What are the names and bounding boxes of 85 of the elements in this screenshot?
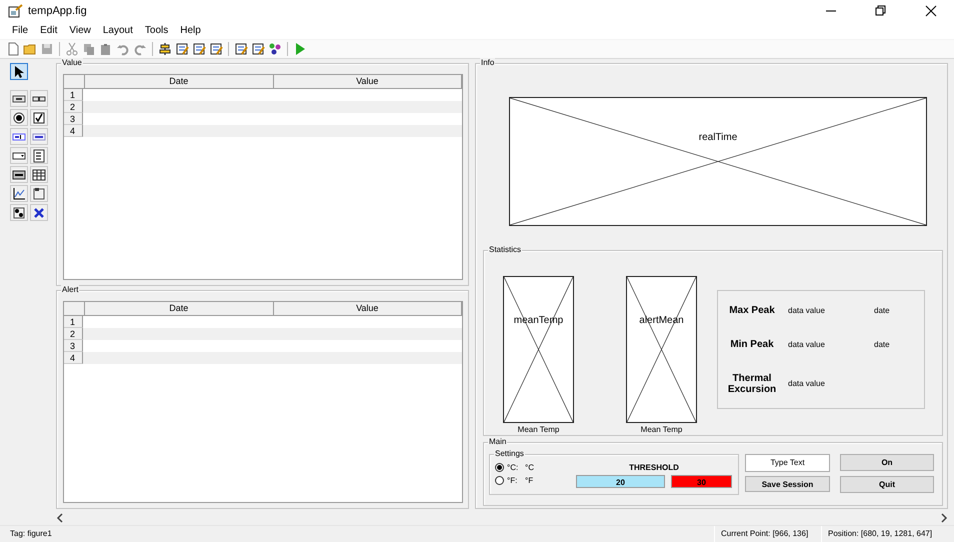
- threshold-field[interactable]: 20: [576, 475, 665, 488]
- palette-tool[interactable]: [10, 63, 28, 80]
- activex-icon: [32, 206, 46, 220]
- column-header[interactable]: Value: [274, 75, 462, 88]
- unit-label: °F: [525, 476, 534, 485]
- row-header[interactable]: 3: [64, 340, 83, 352]
- menu-item[interactable]: View: [69, 25, 91, 36]
- unit-label: °C: [525, 463, 534, 472]
- stat-label: Thermal Excursion: [726, 372, 778, 394]
- palette-tool[interactable]: [30, 128, 48, 145]
- radio-button[interactable]: °F:: [495, 476, 525, 485]
- window-title: tempApp.fig: [28, 5, 87, 17]
- menu-item[interactable]: Layout: [102, 25, 133, 36]
- panel-title: Alert: [61, 285, 80, 295]
- threshold-label: THRESHOLD: [629, 463, 679, 472]
- new-file-icon[interactable]: [6, 42, 20, 56]
- threshold-field[interactable]: 30: [671, 475, 732, 488]
- palette-tool[interactable]: [10, 128, 28, 145]
- row-header[interactable]: 1: [64, 316, 83, 328]
- menu-item[interactable]: File: [12, 25, 28, 36]
- panel-title: Statistics: [488, 245, 522, 255]
- redo-icon[interactable]: [133, 42, 147, 56]
- panel-icon: [32, 186, 46, 200]
- status-text: Tag: figure1: [9, 528, 53, 540]
- align-icon[interactable]: [158, 42, 172, 56]
- table-icon: [32, 168, 46, 182]
- row-header[interactable]: 4: [64, 352, 83, 364]
- palette-tool[interactable]: [10, 204, 28, 221]
- axes-icon: [12, 186, 26, 200]
- on-button[interactable]: On: [840, 454, 934, 471]
- status-text: Position: [680, 19, 1281, 647]: [821, 526, 954, 542]
- row-header[interactable]: 2: [64, 101, 83, 113]
- palette-tool[interactable]: [30, 147, 48, 164]
- status-text: Current Point: [966, 136]: [714, 526, 821, 542]
- run-icon[interactable]: [293, 42, 307, 56]
- stat-label: Max Peak: [728, 304, 776, 316]
- palette-tool[interactable]: [30, 185, 48, 202]
- scroll-left-icon[interactable]: [56, 513, 64, 523]
- column-header[interactable]: Value: [274, 302, 462, 315]
- figure-file-icon: [8, 4, 24, 18]
- scroll-right-icon[interactable]: [940, 513, 948, 523]
- palette-tool[interactable]: [30, 204, 48, 221]
- radio-button-icon: [12, 110, 26, 124]
- panel-title: Value: [61, 58, 83, 68]
- panel-title: Settings: [494, 449, 525, 459]
- undo-icon[interactable]: [116, 42, 130, 56]
- stat-value: data value: [787, 379, 826, 388]
- menu-item[interactable]: Help: [180, 25, 201, 36]
- palette-tool[interactable]: [10, 185, 28, 202]
- button-group-icon: [12, 206, 26, 220]
- row-header[interactable]: 1: [64, 89, 83, 101]
- radio-button[interactable]: °C:: [495, 463, 525, 472]
- panel-title: Main: [488, 437, 508, 447]
- paste-icon[interactable]: [99, 42, 113, 56]
- listbox-icon: [32, 148, 46, 162]
- palette-tool[interactable]: [10, 90, 28, 107]
- row-header[interactable]: 2: [64, 328, 83, 340]
- palette-tool[interactable]: [10, 109, 28, 126]
- palette-tool[interactable]: [10, 147, 28, 164]
- palette-tool[interactable]: [30, 166, 48, 183]
- row-header[interactable]: 4: [64, 125, 83, 137]
- menu-item[interactable]: Edit: [40, 25, 58, 36]
- stat-value: data value: [787, 306, 826, 314]
- toggle-button-icon: [12, 168, 26, 182]
- column-header[interactable]: Date: [85, 75, 274, 88]
- menu-item[interactable]: Tools: [144, 25, 168, 36]
- copy-icon[interactable]: [82, 42, 96, 56]
- palette-tool[interactable]: [30, 109, 48, 126]
- stat-value: data value: [787, 340, 826, 348]
- column-header[interactable]: Date: [85, 302, 274, 315]
- stat-date: date: [873, 340, 890, 348]
- panel-title: Info: [480, 58, 496, 68]
- pointer-icon: [12, 64, 26, 78]
- stat-date: date: [873, 306, 890, 314]
- stat-label: Min Peak: [729, 338, 775, 350]
- open-folder-icon[interactable]: [23, 42, 37, 56]
- checkbox-icon: [32, 110, 46, 124]
- axes-tag: realTime: [698, 132, 738, 144]
- cut-icon[interactable]: [65, 42, 79, 56]
- text-field[interactable]: Type Text: [745, 454, 830, 472]
- palette-tool[interactable]: [10, 166, 28, 183]
- save-session-button[interactable]: Save Session: [745, 476, 830, 492]
- row-header[interactable]: 3: [64, 113, 83, 125]
- palette-tool[interactable]: [30, 90, 48, 107]
- quit-button[interactable]: Quit: [840, 476, 934, 493]
